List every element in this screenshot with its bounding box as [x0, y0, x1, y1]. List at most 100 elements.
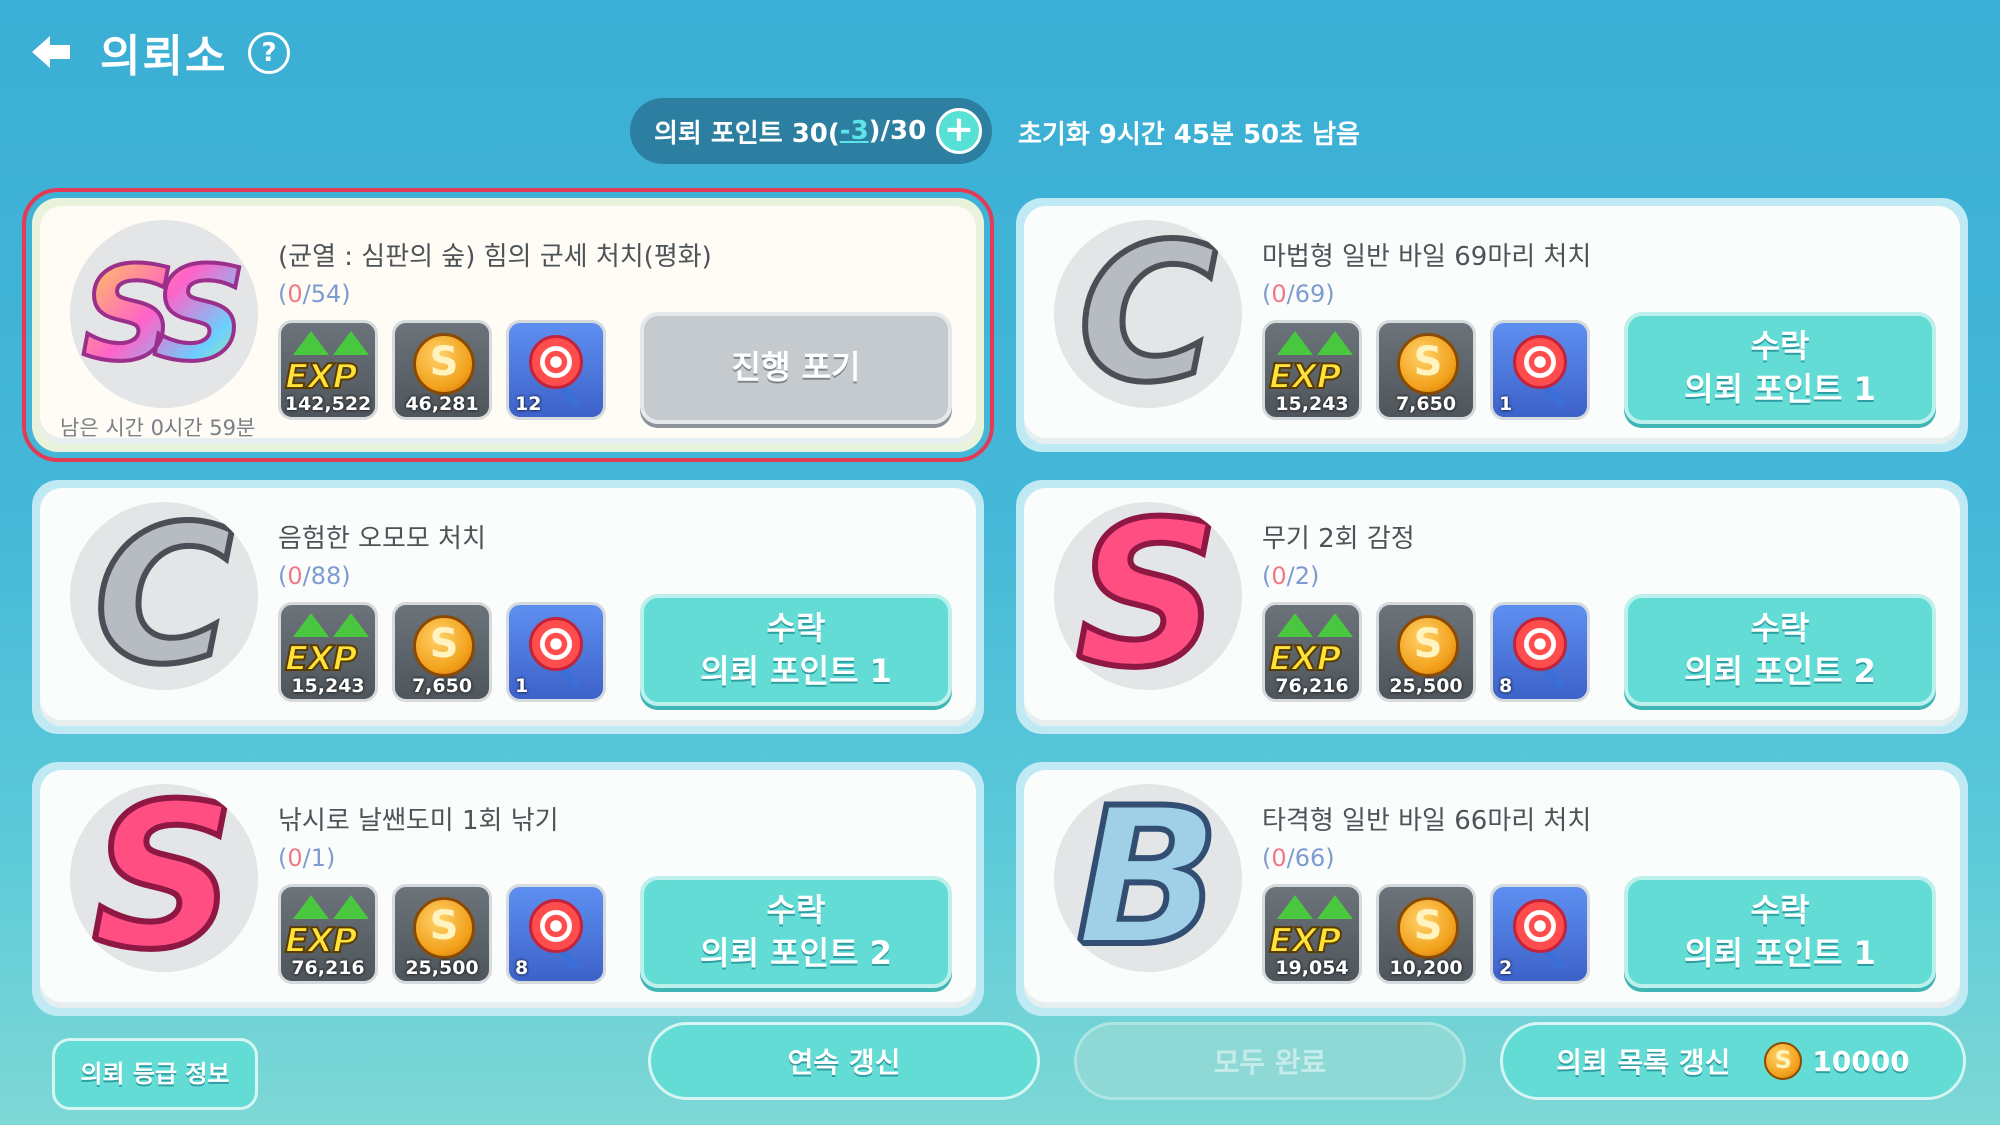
- grade-letter: S: [89, 784, 239, 972]
- exp-icon: EXP: [1268, 356, 1342, 398]
- lollipop-icon: [1513, 335, 1567, 389]
- grade-letter: B: [1073, 784, 1224, 972]
- complete-all-button[interactable]: 모두 완료: [1074, 1022, 1466, 1100]
- grade-badge: SS: [70, 220, 258, 408]
- arrow-up-icon: [1277, 895, 1313, 919]
- item-amount: 1: [1499, 393, 1513, 415]
- item-reward[interactable]: 2: [1490, 884, 1590, 984]
- grade-badge: C: [70, 502, 258, 690]
- grade-letter: S: [1073, 502, 1223, 690]
- exp-reward[interactable]: EXP 15,243: [278, 602, 378, 702]
- arrow-up-icon: [1277, 331, 1313, 355]
- quest-progress: (0/1): [278, 844, 336, 872]
- quest-action-button[interactable]: 진행 포기: [640, 312, 952, 424]
- action-line2: 의뢰 포인트 2: [1684, 652, 1876, 690]
- quest-card[interactable]: S 무기 2회 감정 (0/2) EXP 76,216 S 25,500 8 수…: [1016, 480, 1968, 734]
- exp-amount: 15,243: [1275, 393, 1349, 415]
- progress-target: /66): [1286, 844, 1335, 872]
- reset-timer: 초기화 9시간 45분 50초 남음: [1018, 120, 1360, 150]
- progress-target: /2): [1286, 562, 1320, 590]
- exp-icon: EXP: [1268, 638, 1342, 680]
- exp-reward[interactable]: EXP 142,522: [278, 320, 378, 420]
- gold-amount: 7,650: [411, 675, 473, 697]
- action-line2: 의뢰 포인트 1: [1684, 934, 1876, 972]
- quest-card[interactable]: C 음험한 오모모 처치 (0/88) EXP 15,243 S 7,650 1: [32, 480, 984, 734]
- progress-current: 0: [1271, 562, 1287, 590]
- gold-amount: 25,500: [1389, 675, 1463, 697]
- lollipop-icon: [529, 335, 583, 389]
- grade-letter: SS: [80, 247, 249, 381]
- lollipop-icon: [529, 617, 583, 671]
- item-amount: 1: [515, 675, 529, 697]
- coin-icon: S: [413, 333, 475, 395]
- item-reward[interactable]: 1: [506, 602, 606, 702]
- quest-action-button[interactable]: 수락 의뢰 포인트 2: [1624, 594, 1936, 706]
- item-reward[interactable]: 1: [1490, 320, 1590, 420]
- gold-reward[interactable]: S 25,500: [1376, 602, 1476, 702]
- progress-current: 0: [287, 844, 303, 872]
- gold-amount: 46,281: [405, 393, 479, 415]
- quest-action-button[interactable]: 수락 의뢰 포인트 2: [640, 876, 952, 988]
- arrow-up-icon: [1317, 331, 1353, 355]
- quest-action-button[interactable]: 수락 의뢰 포인트 1: [1624, 876, 1936, 988]
- refresh-list-button[interactable]: 의뢰 목록 갱신 S 10000: [1500, 1022, 1966, 1100]
- quest-card[interactable]: S 낚시로 날쌘도미 1회 낚기 (0/1) EXP 76,216 S 25,5…: [32, 762, 984, 1016]
- arrow-up-icon: [333, 895, 369, 919]
- arrow-up-icon: [333, 613, 369, 637]
- exp-amount: 15,243: [291, 675, 365, 697]
- exp-icon: EXP: [284, 920, 358, 962]
- exp-reward[interactable]: EXP 15,243: [1262, 320, 1362, 420]
- coin-icon: S: [1397, 333, 1459, 395]
- gold-reward[interactable]: S 7,650: [1376, 320, 1476, 420]
- quest-card[interactable]: SS 남은 시간 0시간 59분 (균열 : 심판의 숲) 힘의 군세 처치(평…: [22, 188, 994, 462]
- arrow-up-icon: [293, 895, 329, 919]
- arrow-up-icon: [333, 331, 369, 355]
- quest-progress: (0/2): [1262, 562, 1320, 590]
- quest-action-button[interactable]: 수락 의뢰 포인트 1: [640, 594, 952, 706]
- action-line2: 의뢰 포인트 2: [700, 934, 892, 972]
- quest-card[interactable]: B 타격형 일반 바일 66마리 처치 (0/66) EXP 19,054 S …: [1016, 762, 1968, 1016]
- quest-progress: (0/66): [1262, 844, 1335, 872]
- gold-amount: 7,650: [1395, 393, 1457, 415]
- coin-icon: S: [1397, 615, 1459, 677]
- lollipop-icon: [1513, 617, 1567, 671]
- quest-points-pill: 의뢰 포인트 30( -3 )/30 +: [630, 98, 992, 164]
- action-line1: 진행 포기: [731, 348, 861, 387]
- help-icon[interactable]: ?: [248, 32, 290, 74]
- item-amount: 8: [1499, 675, 1513, 697]
- lollipop-icon: [529, 899, 583, 953]
- quest-progress: (0/54): [278, 280, 351, 308]
- grade-info-button[interactable]: 의뢰 등급 정보: [52, 1038, 258, 1110]
- quest-name: 무기 2회 감정: [1262, 524, 1415, 554]
- arrow-up-icon: [293, 613, 329, 637]
- action-line1: 수락: [766, 608, 826, 647]
- quest-progress: (0/88): [278, 562, 351, 590]
- back-arrow-icon[interactable]: [28, 28, 76, 76]
- refresh-list-label: 의뢰 목록 갱신: [1556, 1046, 1731, 1079]
- exp-reward[interactable]: EXP 76,216: [1262, 602, 1362, 702]
- progress-target: /69): [1286, 280, 1335, 308]
- grade-badge: S: [1054, 502, 1242, 690]
- progress-target: /88): [302, 562, 351, 590]
- gold-reward[interactable]: S 25,500: [392, 884, 492, 984]
- gold-reward[interactable]: S 46,281: [392, 320, 492, 420]
- gold-amount: 25,500: [405, 957, 479, 979]
- continuous-refresh-button[interactable]: 연속 갱신: [648, 1022, 1040, 1100]
- quest-action-button[interactable]: 수락 의뢰 포인트 1: [1624, 312, 1936, 424]
- arrow-up-icon: [1317, 895, 1353, 919]
- exp-amount: 76,216: [291, 957, 365, 979]
- item-reward[interactable]: 12: [506, 320, 606, 420]
- add-points-button[interactable]: +: [936, 108, 982, 154]
- quest-name: (균열 : 심판의 숲) 힘의 군세 처치(평화): [278, 242, 712, 272]
- action-line2: 의뢰 포인트 1: [700, 652, 892, 690]
- exp-reward[interactable]: EXP 76,216: [278, 884, 378, 984]
- gold-reward[interactable]: S 10,200: [1376, 884, 1476, 984]
- quest-card[interactable]: C 마법형 일반 바일 69마리 처치 (0/69) EXP 15,243 S …: [1016, 198, 1968, 452]
- item-reward[interactable]: 8: [1490, 602, 1590, 702]
- refresh-cost: 10000: [1812, 1044, 1910, 1078]
- coin-icon: S: [1397, 897, 1459, 959]
- grade-badge: B: [1054, 784, 1242, 972]
- gold-reward[interactable]: S 7,650: [392, 602, 492, 702]
- exp-reward[interactable]: EXP 19,054: [1262, 884, 1362, 984]
- item-reward[interactable]: 8: [506, 884, 606, 984]
